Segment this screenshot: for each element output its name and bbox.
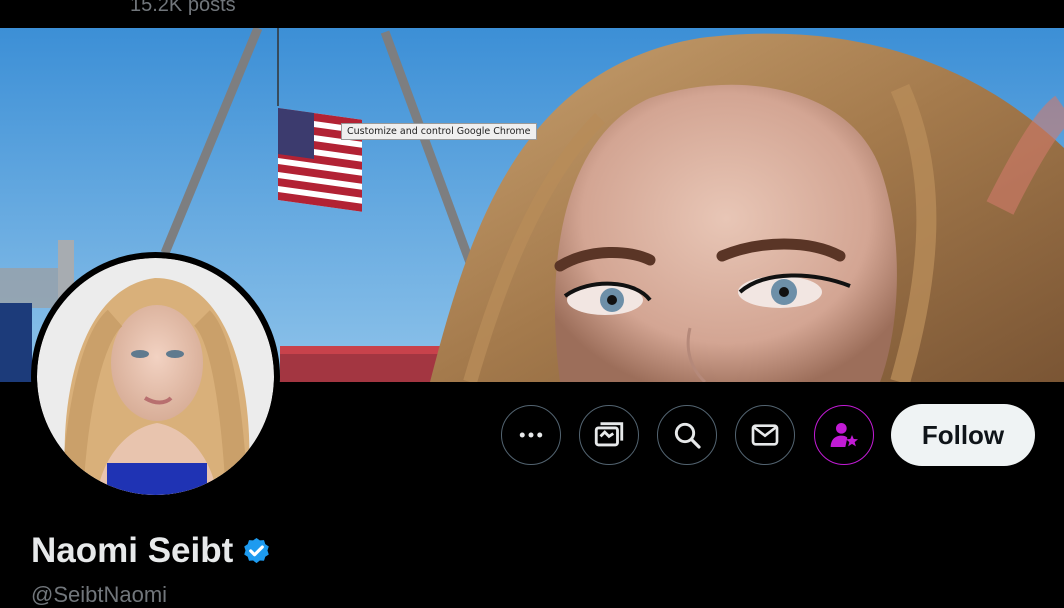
top-header: 15.2K posts bbox=[0, 0, 1064, 28]
grok-button[interactable] bbox=[579, 405, 639, 465]
search-icon bbox=[674, 422, 701, 449]
posts-count: 15.2K posts bbox=[130, 0, 236, 16]
more-button[interactable] bbox=[501, 405, 561, 465]
subscribe-button[interactable] bbox=[814, 405, 874, 465]
verified-badge-icon[interactable] bbox=[241, 536, 272, 567]
follow-button[interactable]: Follow bbox=[891, 404, 1035, 466]
display-name-row: Naomi Seibt bbox=[31, 531, 272, 571]
search-button[interactable] bbox=[657, 405, 717, 465]
envelope-icon bbox=[751, 424, 779, 446]
grok-media-icon bbox=[594, 422, 624, 447]
message-button[interactable] bbox=[735, 405, 795, 465]
display-name: Naomi Seibt bbox=[31, 531, 234, 570]
person-star-icon bbox=[830, 423, 858, 447]
profile-actions: Follow bbox=[0, 403, 1064, 467]
user-handle: @SeibtNaomi bbox=[31, 582, 168, 607]
browser-tooltip: Customize and control Google Chrome bbox=[341, 123, 537, 140]
more-dots-icon bbox=[519, 432, 543, 438]
